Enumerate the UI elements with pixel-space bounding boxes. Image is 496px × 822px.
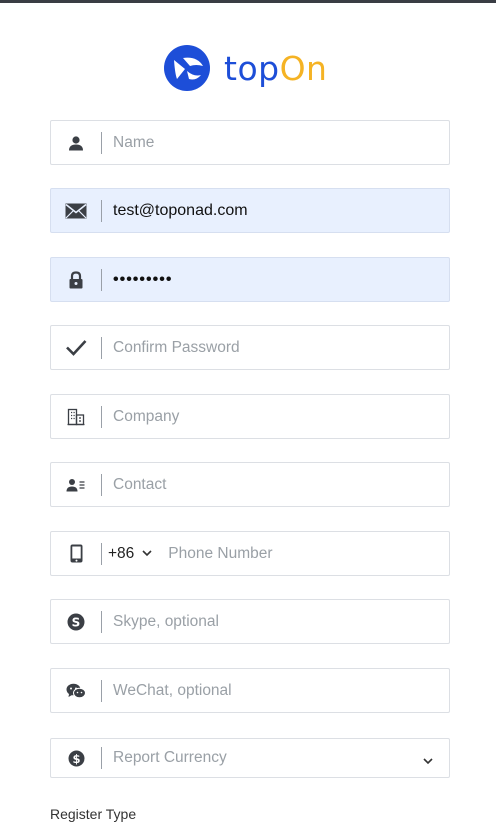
icon-separator: [101, 679, 102, 702]
contact-input[interactable]: Contact: [113, 476, 166, 494]
mobile-phone-icon: [51, 532, 101, 575]
confirm-password-field[interactable]: Confirm Password: [50, 325, 450, 370]
icon-separator: [101, 268, 102, 291]
phone-field[interactable]: +86 Phone Number: [50, 531, 450, 576]
logo-text: topOn: [224, 52, 327, 85]
chevron-down-icon[interactable]: [142, 548, 154, 560]
phone-number-input[interactable]: Phone Number: [168, 545, 272, 563]
password-field[interactable]: •••••••••: [50, 257, 450, 302]
skype-field[interactable]: S Skype, optional: [50, 599, 450, 644]
logo-text-top: top: [224, 48, 280, 88]
icon-separator: [101, 199, 102, 222]
currency-select[interactable]: $ Report Currency: [50, 738, 450, 778]
company-input[interactable]: Company: [113, 408, 179, 426]
wechat-icon: [51, 669, 101, 712]
envelope-icon: [51, 189, 101, 232]
contact-field[interactable]: Contact: [50, 462, 450, 507]
contact-card-icon: [51, 463, 101, 506]
name-field[interactable]: Name: [50, 120, 450, 165]
icon-separator: [101, 542, 102, 565]
icon-separator: [101, 473, 102, 496]
icon-separator: [101, 131, 102, 154]
register-type-label: Register Type: [50, 806, 137, 822]
dollar-circle-icon: $: [51, 739, 101, 777]
topon-logo-icon: [164, 45, 210, 91]
icon-separator: [101, 747, 102, 769]
confirm-password-input[interactable]: Confirm Password: [113, 339, 240, 357]
svg-text:S: S: [72, 615, 81, 629]
company-field[interactable]: Company: [50, 394, 450, 439]
check-icon: [51, 326, 101, 369]
country-code-select[interactable]: +86: [108, 545, 134, 563]
email-input[interactable]: test@toponad.com: [113, 202, 248, 220]
skype-icon: S: [51, 600, 101, 643]
icon-separator: [101, 610, 102, 633]
chevron-down-icon[interactable]: [423, 752, 435, 765]
user-icon: [51, 121, 101, 164]
wechat-field[interactable]: WeChat, optional: [50, 668, 450, 713]
icon-separator: [101, 405, 102, 428]
email-field[interactable]: test@toponad.com: [50, 188, 450, 233]
top-bar: [0, 0, 496, 3]
password-input[interactable]: •••••••••: [113, 271, 172, 289]
building-icon: [51, 395, 101, 438]
lock-icon: [51, 258, 101, 301]
name-input[interactable]: Name: [113, 134, 154, 152]
icon-separator: [101, 336, 102, 359]
skype-input[interactable]: Skype, optional: [113, 613, 219, 631]
currency-placeholder: Report Currency: [113, 749, 227, 766]
wechat-input[interactable]: WeChat, optional: [113, 682, 232, 700]
logo: topOn: [163, 43, 327, 93]
logo-text-on: On: [279, 48, 328, 88]
svg-text:$: $: [72, 752, 80, 766]
